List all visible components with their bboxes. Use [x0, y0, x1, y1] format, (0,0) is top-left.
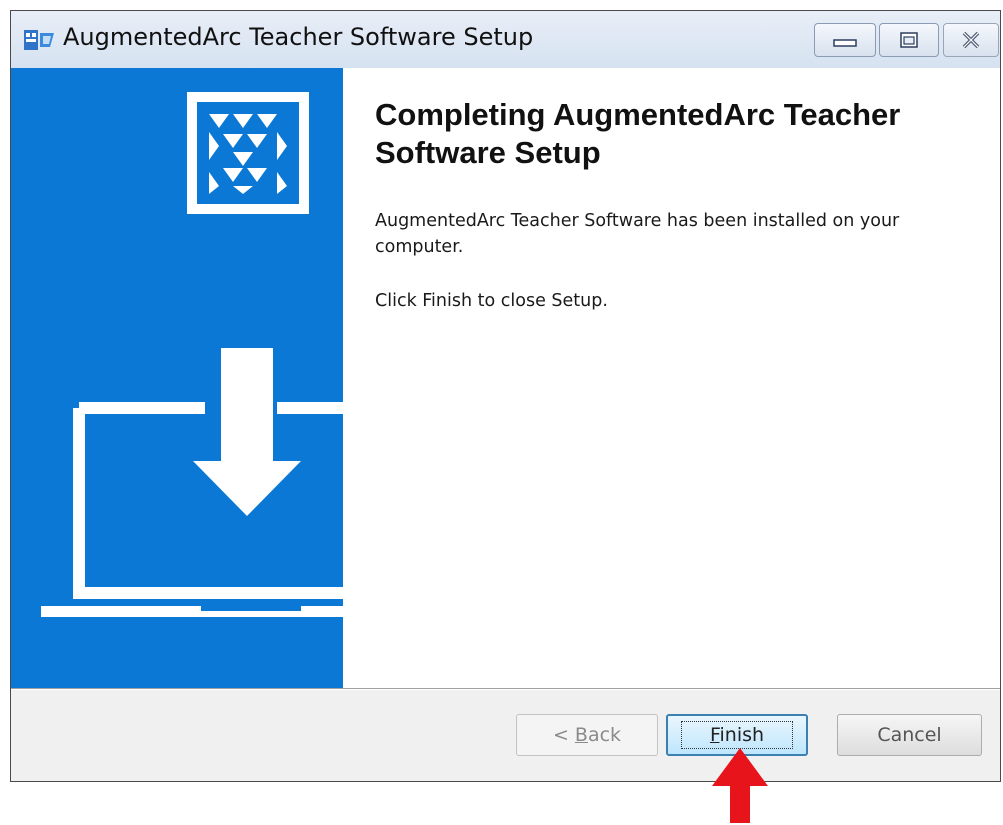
- page-title: Completing AugmentedArc Teacher Software…: [375, 97, 901, 170]
- maximize-icon: [900, 32, 918, 48]
- back-button-label: < Back: [552, 724, 622, 746]
- cancel-button[interactable]: Cancel: [837, 714, 982, 756]
- wizard-banner-image: [11, 68, 343, 688]
- divider: [11, 688, 1000, 690]
- title-bar[interactable]: AugmentedArc Teacher Software Setup: [11, 11, 1000, 69]
- maximize-button[interactable]: [879, 23, 939, 57]
- minimize-icon: [833, 39, 857, 47]
- install-complete-text: AugmentedArc Teacher Software has been i…: [375, 211, 900, 257]
- logo-icon: [187, 92, 309, 214]
- finish-instruction-text: Click Finish to close Setup.: [375, 291, 608, 311]
- installer-illustration: [41, 92, 343, 617]
- wizard-content: Completing AugmentedArc Teacher Software…: [343, 68, 1000, 688]
- installer-app-icon: [24, 30, 54, 50]
- finish-button-label: Finish: [680, 721, 794, 749]
- window-title: AugmentedArc Teacher Software Setup: [63, 23, 534, 51]
- minimize-button[interactable]: [814, 23, 876, 57]
- download-arrow-icon: [193, 348, 301, 516]
- cancel-button-label: Cancel: [877, 724, 942, 746]
- close-button[interactable]: [943, 23, 999, 57]
- laptop-icon: [41, 402, 343, 617]
- red-arrow-up-icon: [712, 748, 768, 823]
- close-icon: [962, 31, 980, 49]
- setup-window: AugmentedArc Teacher Software Setup Comp…: [10, 10, 1001, 782]
- back-button[interactable]: < Back: [516, 714, 658, 756]
